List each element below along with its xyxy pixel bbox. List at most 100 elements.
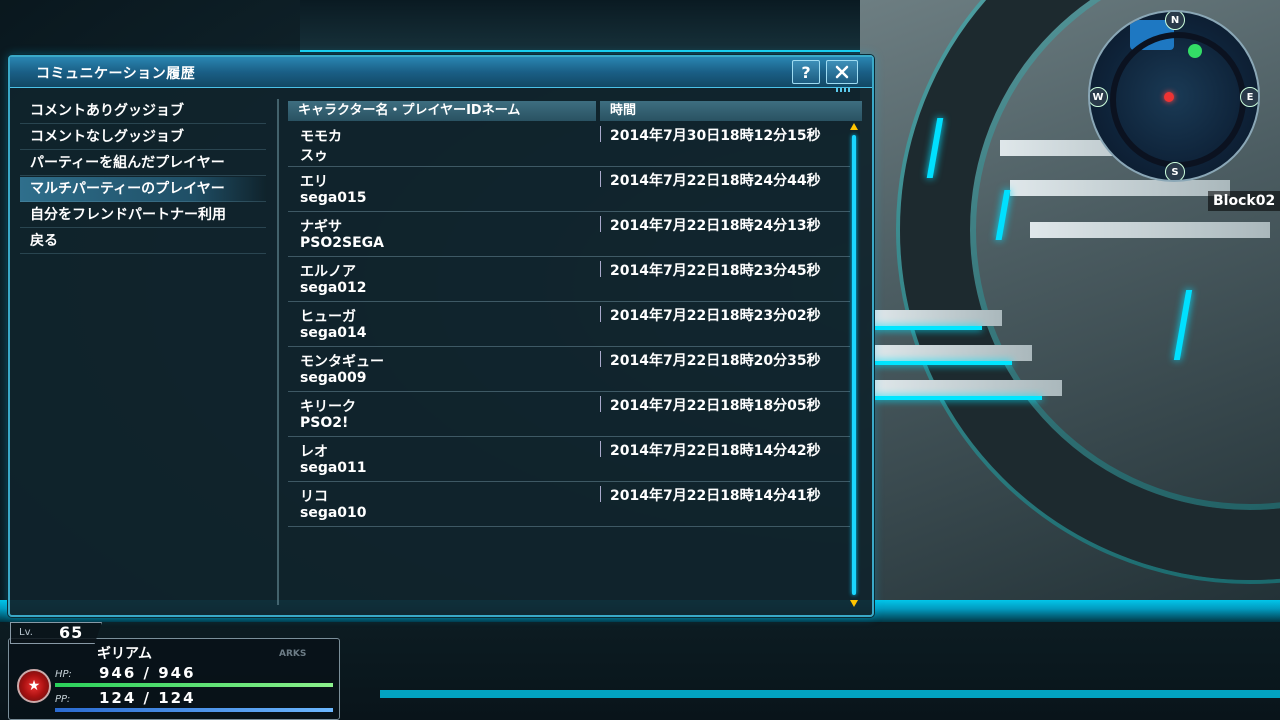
player-id: sega010: [300, 505, 367, 521]
timestamp: 2014年7月30日18時12分15秒: [610, 128, 821, 144]
table-row[interactable]: ヒューガ sega014 2014年7月22日18時23分02秒: [288, 303, 850, 347]
column-separator: [600, 261, 601, 277]
character-name: モモカ: [300, 129, 342, 145]
table-row[interactable]: レオ sega011 2014年7月22日18時14分42秒: [288, 438, 850, 482]
compass-east-icon: E: [1240, 87, 1258, 107]
title-decoration: [836, 88, 850, 92]
hp-label: HP:: [55, 669, 72, 680]
character-name: エルノア: [300, 264, 356, 280]
menu-item-party-players[interactable]: パーティーを組んだプレイヤー: [20, 151, 266, 176]
status-panel: ギリアム ARKS ★ HP: 946 / 946 PP: 124 / 124: [8, 638, 340, 720]
level-label: Lv.: [19, 627, 33, 638]
menu-item-back[interactable]: 戻る: [20, 229, 266, 254]
stair-step: [872, 345, 1032, 361]
timestamp: 2014年7月22日18時23分45秒: [610, 263, 821, 279]
close-icon: [835, 65, 849, 79]
player-id: sega014: [300, 325, 367, 341]
timestamp: 2014年7月22日18時14分42秒: [610, 443, 821, 459]
character-name: モンタギュー: [300, 354, 384, 370]
player-id: sega009: [300, 370, 367, 386]
character-name: リコ: [300, 489, 328, 505]
window-titlebar: コミュニケーション履歴 ?: [10, 57, 872, 88]
pp-bar: [55, 708, 333, 712]
character-name: ギリアム: [97, 646, 153, 662]
player-position-icon: [1164, 92, 1174, 102]
table-row[interactable]: ナギサ PSO2SEGA 2014年7月22日18時24分13秒: [288, 213, 850, 257]
stair-glow: [872, 396, 1042, 400]
level-value: 65: [59, 623, 84, 642]
map-npc-marker-icon: [1188, 44, 1202, 58]
scroll-up-arrow-icon[interactable]: [850, 123, 858, 130]
column-separator: [600, 396, 601, 412]
player-id: sega012: [300, 280, 367, 296]
menu-item-friend-partner-usage[interactable]: 自分をフレンドパートナー利用: [20, 203, 266, 228]
stair-glow: [872, 361, 1012, 365]
scroll-thumb[interactable]: [852, 135, 856, 595]
scroll-down-arrow-icon[interactable]: [850, 600, 858, 607]
player-id: PSO2!: [300, 415, 349, 431]
hp-bar: [55, 683, 333, 687]
column-separator: [600, 126, 601, 142]
pp-bar-fill: [55, 708, 333, 712]
player-status-hud: ギリアム ARKS ★ HP: 946 / 946 PP: 124 / 124 …: [8, 622, 340, 720]
character-name: ナギサ: [300, 219, 342, 235]
menu-item-no-comment-goodjob[interactable]: コメントなしグッジョブ: [20, 125, 266, 150]
character-name: ヒューガ: [300, 309, 356, 325]
column-separator: [600, 486, 601, 502]
stair-glow: [872, 326, 982, 330]
help-button[interactable]: ?: [792, 60, 820, 84]
list-rows: モモカ スゥ 2014年7月30日18時12分15秒 エリ sega015 20…: [288, 123, 850, 528]
window-title: コミュニケーション履歴: [36, 66, 196, 82]
class-emblem-icon: ★: [17, 669, 51, 703]
character-name: キリーク: [300, 399, 356, 415]
table-row[interactable]: モンタギュー sega009 2014年7月22日18時20分35秒: [288, 348, 850, 392]
player-id: PSO2SEGA: [300, 235, 384, 251]
character-name: レオ: [300, 444, 328, 460]
column-header-time[interactable]: 時間: [600, 101, 862, 121]
column-header-name[interactable]: キャラクター名・プレイヤーIDネーム: [288, 101, 596, 121]
list-scrollbar[interactable]: [850, 123, 858, 607]
floor-light-strip: [380, 690, 1280, 698]
timestamp: 2014年7月22日18時24分13秒: [610, 218, 821, 234]
timestamp: 2014年7月22日18時24分44秒: [610, 173, 821, 189]
table-row[interactable]: エルノア sega012 2014年7月22日18時23分45秒: [288, 258, 850, 302]
timestamp: 2014年7月22日18時20分35秒: [610, 353, 821, 369]
stair-step: [872, 380, 1062, 396]
map-ring: [1110, 32, 1246, 168]
help-icon: ?: [801, 62, 811, 82]
column-separator: [600, 216, 601, 232]
timestamp: 2014年7月22日18時23分02秒: [610, 308, 821, 324]
column-separator: [600, 171, 601, 187]
ceiling-beam: [300, 0, 900, 52]
block-indicator: Block02: [1208, 191, 1280, 211]
stair-step: [872, 310, 1002, 326]
column-separator: [600, 306, 601, 322]
timestamp: 2014年7月22日18時18分05秒: [610, 398, 821, 414]
player-id: sega011: [300, 460, 367, 476]
close-button[interactable]: [826, 60, 858, 84]
player-id: スゥ: [300, 148, 328, 164]
level-box: Lv. 65: [10, 622, 102, 644]
pp-label: PP:: [55, 694, 71, 705]
panel-divider: [277, 99, 279, 605]
compass-south-icon: S: [1165, 162, 1185, 180]
column-separator: [600, 351, 601, 367]
player-id: sega015: [300, 190, 367, 206]
compass-west-icon: W: [1090, 87, 1108, 107]
player-history-list: キャラクター名・プレイヤーIDネーム 時間 モモカ スゥ 2014年7月30日1…: [288, 101, 862, 607]
pp-value: 124 / 124: [99, 689, 196, 707]
menu-item-comment-goodjob[interactable]: コメントありグッジョブ: [20, 99, 266, 124]
stair-step: [1010, 180, 1230, 196]
history-category-menu: コメントありグッジョブ コメントなしグッジョブ パーティーを組んだプレイヤー マ…: [20, 99, 266, 255]
timestamp: 2014年7月22日18時14分41秒: [610, 488, 821, 504]
hp-value: 946 / 946: [99, 664, 196, 682]
character-name: エリ: [300, 174, 328, 190]
column-separator: [600, 441, 601, 457]
table-row[interactable]: モモカ スゥ 2014年7月30日18時12分15秒: [288, 123, 850, 167]
communication-history-window: コミュニケーション履歴 ? コメントありグッジョブ コメントなしグッジョブ パー…: [8, 55, 874, 617]
menu-item-multiparty-players[interactable]: マルチパーティーのプレイヤー: [20, 177, 266, 202]
table-row[interactable]: リコ sega010 2014年7月22日18時14分41秒: [288, 483, 850, 527]
table-row[interactable]: エリ sega015 2014年7月22日18時24分44秒: [288, 168, 850, 212]
table-row[interactable]: キリーク PSO2! 2014年7月22日18時18分05秒: [288, 393, 850, 437]
minimap[interactable]: N S W E: [1088, 10, 1260, 182]
